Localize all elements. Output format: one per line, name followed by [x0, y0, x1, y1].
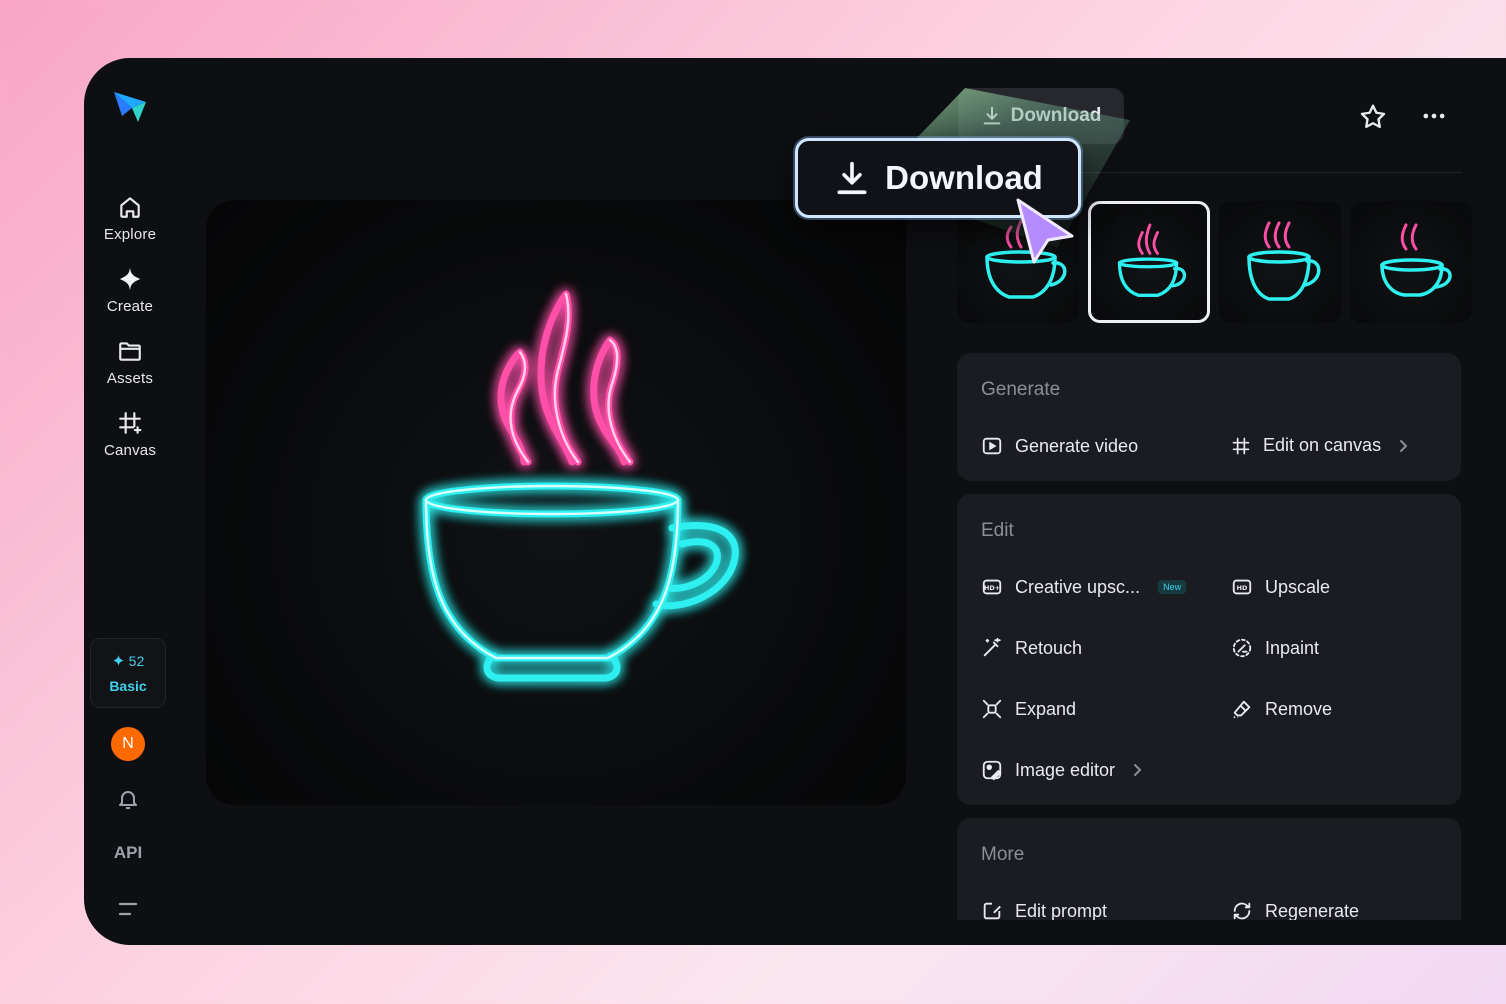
chevron-right-icon [1134, 764, 1142, 776]
thumbnail-2-selected[interactable] [1088, 201, 1210, 323]
expand-icon [982, 699, 1002, 719]
notifications-button[interactable] [116, 786, 140, 817]
play-square-icon [982, 437, 1002, 455]
neon-cup-thumbnail [1247, 221, 1321, 301]
card-title: Edit [981, 520, 1014, 541]
chevron-right-icon [1400, 439, 1408, 452]
action-label: Inpaint [1265, 637, 1320, 658]
eraser-icon [1233, 700, 1251, 719]
inpaint-button[interactable]: Inpaint [1231, 637, 1319, 659]
action-label: Remove [1265, 698, 1333, 719]
action-label: Generate video [1015, 435, 1139, 456]
bottom-fade [944, 920, 1506, 945]
nav-label: Canvas [103, 442, 157, 459]
collapse-menu-button[interactable] [118, 900, 138, 923]
retouch-button[interactable]: Retouch [981, 637, 1082, 659]
nav-explore[interactable]: Explore [90, 194, 170, 244]
credits-count-row: 52 [91, 653, 165, 669]
edit-card: Edit HD+ Creative upsc... New HD Upscale… [957, 494, 1461, 805]
regenerate-button[interactable]: Regenerate [1231, 900, 1359, 922]
sparkle-icon [113, 654, 124, 667]
pointer-cursor-icon [1012, 196, 1078, 273]
credits-badge[interactable]: 52 Basic [90, 638, 166, 708]
creative-upscale-button[interactable]: HD+ Creative upsc... New [981, 576, 1187, 598]
neon-coffee-cup-image [422, 290, 739, 682]
svg-text:HD: HD [1237, 584, 1248, 592]
hd-icon: HD [1232, 579, 1252, 595]
image-preview [206, 200, 906, 805]
nav-label: Assets [106, 370, 154, 387]
home-icon [120, 197, 140, 218]
action-label: Creative upsc... [1015, 576, 1141, 597]
sparkle-icon [119, 267, 141, 291]
download-button[interactable]: Download [958, 88, 1124, 144]
generate-card: Generate Generate video Edit on canvas [957, 353, 1461, 481]
edit-on-canvas-button[interactable]: Edit on canvas [1231, 435, 1409, 456]
download-callout-label: Download [885, 159, 1043, 196]
expand-button[interactable]: Expand [981, 698, 1076, 720]
folder-icon [119, 342, 141, 361]
download-icon [983, 106, 1000, 125]
api-link[interactable]: API [106, 843, 150, 863]
more-options-button[interactable] [1420, 102, 1448, 135]
nav-canvas[interactable]: Canvas [90, 410, 170, 460]
app-logo[interactable] [110, 86, 150, 126]
download-icon [837, 161, 867, 195]
nav-assets[interactable]: Assets [90, 338, 170, 388]
action-label: Retouch [1015, 637, 1083, 658]
magic-wand-icon [983, 637, 1001, 657]
thumbnail-4[interactable] [1350, 201, 1472, 323]
new-badge: New [1158, 580, 1187, 594]
avatar[interactable]: N [111, 727, 145, 761]
generate-video-button[interactable]: Generate video [981, 435, 1138, 457]
regenerate-icon [1233, 902, 1251, 920]
remove-button[interactable]: Remove [1231, 698, 1332, 720]
nav-label: Create [106, 298, 154, 315]
canvas-icon [1232, 437, 1250, 454]
inpaint-icon [1232, 638, 1252, 658]
card-title: Generate [981, 379, 1061, 400]
card-title: More [981, 844, 1025, 865]
image-editor-button[interactable]: Image editor [981, 759, 1143, 781]
plan-label: Basic [109, 678, 147, 694]
more-dots-icon [1423, 113, 1445, 119]
credits-count: 52 [128, 653, 145, 669]
favorite-button[interactable] [1358, 102, 1388, 137]
bell-icon [119, 791, 137, 809]
hd-plus-icon: HD+ [982, 579, 1002, 595]
thumbnail-3[interactable] [1219, 201, 1341, 323]
edit-prompt-button[interactable]: Edit prompt [981, 900, 1107, 922]
app-window: Explore Create Assets Canvas 52 Basic N … [84, 58, 1506, 945]
action-label: Regenerate [1265, 900, 1360, 921]
action-label: Edit prompt [1015, 900, 1108, 921]
svg-text:HD+: HD+ [984, 584, 1000, 592]
nav-label: Explore [103, 226, 157, 243]
upscale-button[interactable]: HD Upscale [1231, 576, 1330, 598]
canvas-icon [119, 412, 142, 434]
action-label: Edit on canvas [1263, 435, 1382, 455]
action-label: Upscale [1265, 576, 1331, 597]
download-label: Download [1010, 105, 1102, 126]
nav-create[interactable]: Create [90, 266, 170, 316]
edit-prompt-icon [983, 902, 1001, 920]
action-label: Image editor [1015, 759, 1116, 780]
star-icon [1360, 104, 1386, 129]
neon-cup-thumbnail [1380, 223, 1452, 297]
menu-icon [118, 902, 138, 916]
neon-cup-thumbnail [1117, 223, 1187, 297]
action-label: Expand [1015, 698, 1077, 719]
image-edit-icon [982, 760, 1002, 781]
